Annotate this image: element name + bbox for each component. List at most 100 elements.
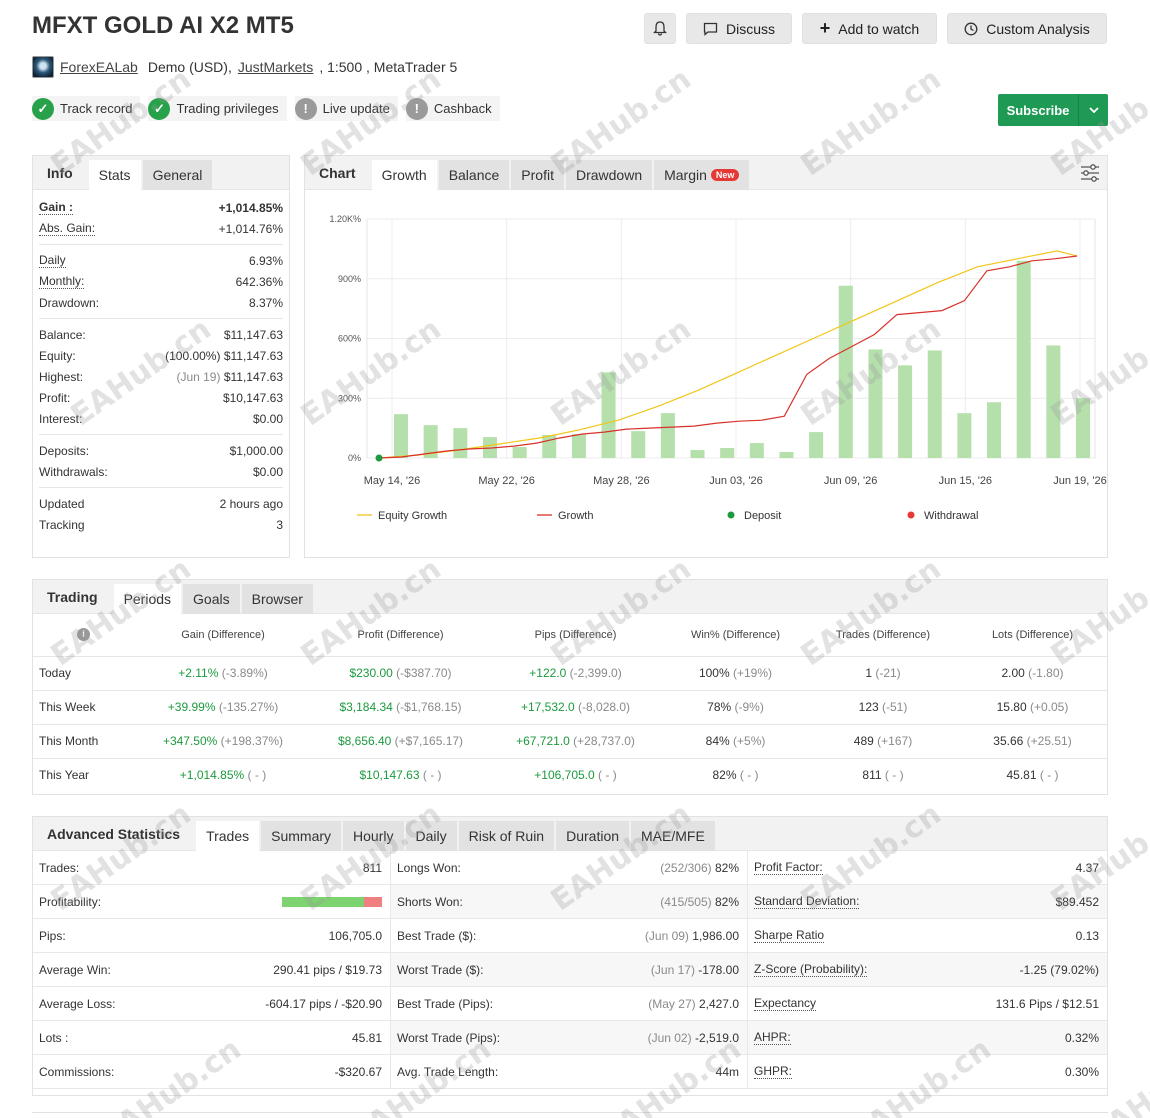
tab-hourly[interactable]: Hourly — [343, 821, 404, 851]
subscribe-button[interactable]: Subscribe — [998, 94, 1108, 126]
tab-daily[interactable]: Daily — [405, 821, 457, 851]
profitability-win-segment — [282, 896, 364, 907]
chart-tabs: Chart Growth Balance Profit Drawdown Mar… — [305, 156, 1107, 190]
discuss-button[interactable]: Discuss — [686, 13, 792, 44]
stat-label: Profitability: — [39, 894, 102, 909]
stat-label[interactable]: Expectancy — [754, 996, 817, 1011]
tab-chart[interactable]: Chart — [305, 156, 370, 190]
broker-link[interactable]: JustMarkets — [238, 59, 313, 75]
stat-label[interactable]: GHPR: — [754, 1064, 793, 1079]
gain-label[interactable]: Gain : — [39, 200, 74, 215]
table-row: This Year +1,014.85% ( - ) $10,147.63 ( … — [33, 757, 1107, 792]
tab-info[interactable]: Info — [33, 156, 87, 190]
avatar[interactable] — [32, 56, 54, 78]
add-to-watch-button[interactable]: + Add to watch — [802, 13, 937, 44]
drawdown-value: 8.37% — [248, 295, 283, 310]
plus-icon: + — [819, 18, 831, 38]
tab-drawdown[interactable]: Drawdown — [565, 160, 653, 190]
growth-chart[interactable]: 0% 300% 600% 900% 1.20K% May 14, '26 May 22, '… — [305, 191, 1107, 558]
add-to-watch-label: Add to watch — [838, 20, 920, 37]
stat-label[interactable]: Z-Score (Probability): — [754, 962, 868, 977]
chevron-down-icon[interactable] — [1078, 94, 1108, 126]
tracking-value: 3 — [276, 517, 283, 532]
tab-mae-mfe[interactable]: MAE/MFE — [631, 821, 715, 851]
x-tick-label: Jun 19, '26 — [1053, 475, 1106, 487]
tab-browser[interactable]: Browser — [241, 584, 313, 614]
tab-risk-of-ruin[interactable]: Risk of Ruin — [458, 821, 555, 851]
stat-label[interactable]: AHPR: — [754, 1030, 791, 1045]
win-cell: 78% — [707, 700, 732, 714]
tab-goals[interactable]: Goals — [183, 584, 240, 614]
table-row: Today +2.11% (-3.89%) $230.00 (-$387.70)… — [33, 655, 1107, 690]
badge-track-record[interactable]: ✓ Track record — [32, 96, 141, 121]
growth-bar — [720, 448, 735, 458]
stat-value: 0.30% — [1064, 1064, 1099, 1079]
stat-label: Commissions: — [39, 1064, 115, 1079]
profit-cell: $230.00 — [349, 666, 393, 680]
adv-row-pips: Pips: 106,705.0 — [33, 919, 390, 953]
growth-bar — [779, 452, 794, 458]
badge-cashback[interactable]: ! Cashback — [405, 96, 500, 121]
y-tick-label: 900% — [338, 274, 361, 284]
withdrawals-value: $0.00 — [252, 464, 283, 479]
stat-label: Longs Won: — [397, 860, 461, 875]
daily-label[interactable]: Daily — [39, 253, 66, 268]
updated-label: Updated — [39, 496, 85, 511]
abs-gain-label[interactable]: Abs. Gain: — [39, 221, 96, 236]
stat-label: Best Trade ($): — [397, 928, 477, 943]
custom-analysis-label: Custom Analysis — [986, 20, 1090, 37]
tab-balance[interactable]: Balance — [438, 160, 510, 190]
header-pips: Pips (Difference) — [534, 628, 617, 641]
tab-general[interactable]: General — [142, 160, 213, 190]
tab-margin-label: Margin — [664, 167, 707, 183]
lots-cell: 35.66 — [993, 734, 1024, 748]
drawdown-label: Drawdown: — [39, 295, 100, 310]
gain-value: +1,014.85% — [218, 200, 283, 215]
notification-button[interactable] — [644, 13, 676, 44]
tab-stats[interactable]: Stats — [88, 160, 141, 190]
custom-analysis-button[interactable]: Custom Analysis — [947, 13, 1107, 44]
badge-label: Trading privileges — [176, 101, 279, 116]
tab-trades[interactable]: Trades — [196, 821, 260, 851]
tab-growth[interactable]: Growth — [371, 160, 437, 190]
stat-detail: (Jun 09) — [644, 928, 689, 943]
profit-diff: ( - ) — [422, 768, 442, 783]
info-icon[interactable]: i — [77, 628, 90, 642]
stat-label[interactable]: Profit Factor: — [754, 860, 823, 875]
pips-diff: (-8,028.0) — [578, 700, 631, 714]
adv-row-trades: Trades: 811 — [33, 851, 390, 885]
x-tick-label: Jun 15, '26 — [939, 475, 992, 487]
tab-profit[interactable]: Profit — [511, 160, 564, 190]
stat-label[interactable]: Standard Deviation: — [754, 894, 860, 909]
profitability-loss-segment — [364, 896, 382, 907]
tab-trading[interactable]: Trading — [33, 580, 112, 614]
advanced-stats-grid: Trades: 811 Profitability: Pips: 106,705.0… — [33, 851, 1107, 1089]
lots-cell: 15.80 — [996, 700, 1027, 714]
check-icon: ✓ — [148, 97, 171, 120]
tab-duration[interactable]: Duration — [556, 821, 630, 851]
lots-diff: ( - ) — [1039, 768, 1059, 783]
equity-value: $11,147.63 — [223, 348, 283, 363]
legend-label: Equity Growth — [378, 510, 447, 522]
growth-bar — [957, 413, 972, 458]
gain-diff: (-135.27%) — [218, 700, 279, 714]
win-diff: (+5%) — [733, 734, 766, 748]
stat-label[interactable]: Sharpe Ratio — [754, 928, 825, 943]
stat-value: 290.41 pips / $19.73 — [273, 962, 382, 977]
updated-value: 2 hours ago — [219, 496, 283, 511]
monthly-label[interactable]: Monthly: — [39, 274, 85, 289]
balance-label: Balance: — [39, 327, 86, 342]
tab-summary[interactable]: Summary — [261, 821, 342, 851]
badge-live-update[interactable]: ! Live update — [294, 96, 398, 121]
chart-settings-button[interactable] — [1073, 156, 1107, 189]
profitability-bar[interactable] — [282, 896, 382, 907]
badge-trading-privileges[interactable]: ✓ Trading privileges — [148, 96, 287, 121]
stat-value: -1.25 (79.02%) — [1019, 962, 1099, 977]
owner-link[interactable]: ForexEALab — [60, 59, 138, 75]
x-tick-label: May 28, '26 — [593, 475, 650, 487]
tab-margin[interactable]: Margin New — [654, 160, 750, 190]
tab-advanced-statistics[interactable]: Advanced Statistics — [33, 817, 194, 851]
deposit-marker — [375, 454, 383, 462]
growth-bar — [453, 428, 468, 458]
tab-periods[interactable]: Periods — [113, 584, 182, 614]
